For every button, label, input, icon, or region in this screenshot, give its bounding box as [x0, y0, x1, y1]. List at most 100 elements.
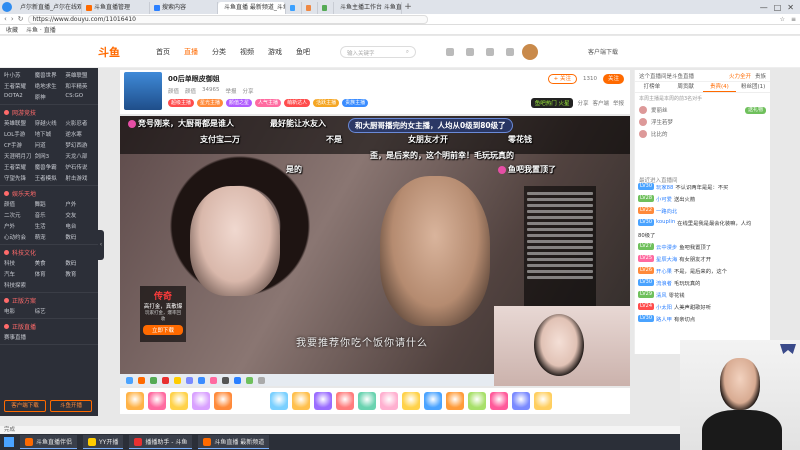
- gift-icon[interactable]: [336, 392, 354, 410]
- sidebar-item[interactable]: 天龙八部: [65, 152, 94, 160]
- sidebar-item[interactable]: 生活: [35, 222, 64, 230]
- right-panel-tab[interactable]: 周贡献: [669, 82, 703, 92]
- room-badge[interactable]: 活跃主播: [313, 99, 340, 107]
- sidebar-item[interactable]: 赛事直播: [4, 333, 33, 341]
- gift-icon[interactable]: [380, 392, 398, 410]
- sidebar-item[interactable]: 魔兽世界: [35, 71, 64, 79]
- back-icon[interactable]: ‹: [4, 15, 7, 23]
- fishbar-promo[interactable]: 鱼吧热门 火星: [530, 98, 574, 108]
- chat-username[interactable]: 开心果: [656, 267, 672, 275]
- sidebar-collapse-button[interactable]: ‹: [98, 230, 104, 260]
- sidebar-item[interactable]: 绝地求生: [35, 82, 64, 90]
- ad-download-button[interactable]: 立即下载: [143, 325, 183, 335]
- gift-icon[interactable]: [534, 392, 552, 410]
- sidebar-item[interactable]: 原神: [35, 93, 64, 101]
- subscribe-button[interactable]: 关注: [602, 74, 624, 84]
- room-badge[interactable]: 星光主播: [197, 99, 224, 107]
- chat-username[interactable]: 小可爱: [656, 195, 672, 203]
- streamer-avatar[interactable]: [124, 72, 162, 110]
- browser-tab[interactable]: 斗鱼直播管理: [82, 2, 150, 14]
- sidebar-item[interactable]: 心动约会: [4, 233, 33, 241]
- gift-icon[interactable]: [270, 392, 288, 410]
- chat-username[interactable]: 星辰大海: [656, 255, 677, 263]
- bookmark-item[interactable]: 斗鱼 · 直播: [26, 25, 56, 34]
- room-badge[interactable]: 颜值之星: [226, 99, 253, 107]
- gift-icon[interactable]: [292, 392, 310, 410]
- rank-item[interactable]: 浮生若梦: [635, 116, 770, 128]
- sidebar-item[interactable]: 王者模拟: [35, 174, 64, 182]
- taskbar-app[interactable]: 播播助手 - 斗鱼: [129, 435, 193, 449]
- site-nav-item[interactable]: 鱼吧: [296, 47, 310, 57]
- site-nav-item[interactable]: 分类: [212, 47, 226, 57]
- room-meta-item[interactable]: 举报: [226, 87, 237, 95]
- right-panel-tab[interactable]: 贵宾(4): [702, 82, 737, 92]
- sidebar-item[interactable]: 二次元: [4, 211, 33, 219]
- report-link[interactable]: 举报: [613, 99, 624, 107]
- sidebar-item[interactable]: CS:GO: [65, 93, 94, 101]
- browser-tab[interactable]: 斗鱼主播工作台 斗鱼直播: [334, 2, 402, 14]
- gift-icon[interactable]: [446, 392, 464, 410]
- rank-item[interactable]: 比比的: [635, 128, 770, 140]
- sidebar-item[interactable]: 美食: [35, 259, 64, 267]
- room-badge[interactable]: 人气主播: [255, 99, 282, 107]
- sidebar-item[interactable]: 萌宠: [35, 233, 64, 241]
- bookmark-item[interactable]: 收藏: [6, 25, 18, 34]
- chat-username[interactable]: 云中漫步: [656, 243, 677, 251]
- chat-username[interactable]: 一路向北: [656, 207, 677, 215]
- sidebar-item[interactable]: 科技探索: [4, 281, 33, 289]
- gift-icon[interactable]: [192, 392, 210, 410]
- sidebar-item[interactable]: 英雄联盟: [4, 119, 33, 127]
- site-nav-item[interactable]: 视频: [240, 47, 254, 57]
- follow-button[interactable]: + 关注: [547, 74, 577, 84]
- sidebar-item[interactable]: 颜值: [4, 200, 33, 208]
- sidebar-item[interactable]: 逆水寒: [65, 130, 94, 138]
- start-stream-button[interactable]: 斗鱼开播: [50, 400, 92, 412]
- gift-icon[interactable]: [512, 392, 530, 410]
- chat-username[interactable]: 流浪者: [656, 279, 672, 287]
- sidebar-item[interactable]: 户外: [4, 222, 33, 230]
- noble-button[interactable]: 贵族: [755, 72, 766, 80]
- search-input[interactable]: 输入关键字 ⌕: [340, 45, 416, 58]
- sidebar-item[interactable]: 剑网3: [35, 152, 64, 160]
- star-icon[interactable]: ☆: [780, 16, 785, 23]
- sidebar-item[interactable]: 地下城: [35, 130, 64, 138]
- history-icon[interactable]: [446, 47, 454, 56]
- new-tab-button[interactable]: +: [402, 2, 414, 12]
- game-ad[interactable]: 传奇 高打金，真散爆 玩家打金，爆率回收 立即下载: [140, 286, 186, 342]
- sidebar-item[interactable]: 教育: [65, 270, 94, 278]
- site-nav-item[interactable]: 游戏: [268, 47, 282, 57]
- sidebar-item[interactable]: 叶小苏: [4, 71, 33, 79]
- user-avatar[interactable]: [522, 43, 538, 60]
- browser-tab[interactable]: 搜索内容: [150, 2, 218, 14]
- forward-icon[interactable]: ›: [11, 15, 14, 23]
- right-panel-tab[interactable]: 打榜单: [635, 82, 669, 92]
- taskbar-app[interactable]: 斗鱼直播 最新频道: [198, 435, 270, 449]
- sidebar-item[interactable]: DOTA2: [4, 93, 33, 101]
- sidebar-item[interactable]: 数码: [65, 233, 94, 241]
- right-panel-tab[interactable]: 粉丝团(1): [736, 82, 770, 92]
- browser-tab[interactable]: 卢尔新直播_卢尔在线观看_斗鱼: [14, 2, 82, 14]
- room-meta-item[interactable]: 分享: [243, 87, 254, 95]
- follow-icon[interactable]: [466, 47, 474, 56]
- search-icon[interactable]: ⌕: [406, 49, 409, 55]
- sidebar-item[interactable]: 数码: [65, 259, 94, 267]
- sidebar-item[interactable]: 天涯明月刀: [4, 152, 33, 160]
- gift-icon[interactable]: [214, 392, 232, 410]
- sidebar-item[interactable]: 汽车: [4, 270, 33, 278]
- chat-username[interactable]: 清风: [656, 291, 667, 299]
- sidebar-item[interactable]: LOL手游: [4, 130, 33, 138]
- gift-icon[interactable]: [358, 392, 376, 410]
- chat-username[interactable]: 小太阳: [656, 303, 672, 311]
- sidebar-item[interactable]: 交友: [65, 211, 94, 219]
- sidebar-item[interactable]: 和平精英: [65, 82, 94, 90]
- browser-tab[interactable]: [302, 2, 318, 14]
- send-gift-button[interactable]: 送礼物: [744, 106, 766, 114]
- browser-tab[interactable]: [318, 2, 334, 14]
- sidebar-item[interactable]: 守望先锋: [4, 174, 33, 182]
- room-badge[interactable]: 超级主播: [168, 99, 195, 107]
- sidebar-item[interactable]: 电影: [4, 307, 33, 315]
- video-player[interactable]: 传奇 高打金，真散爆 玩家打金，爆率回收 立即下载 竞号刚来，大厨哥都是谁人 最…: [120, 116, 630, 386]
- room-badge[interactable]: 贵族主播: [342, 99, 369, 107]
- upload-icon[interactable]: [506, 47, 514, 56]
- windows-start-icon[interactable]: [4, 437, 14, 447]
